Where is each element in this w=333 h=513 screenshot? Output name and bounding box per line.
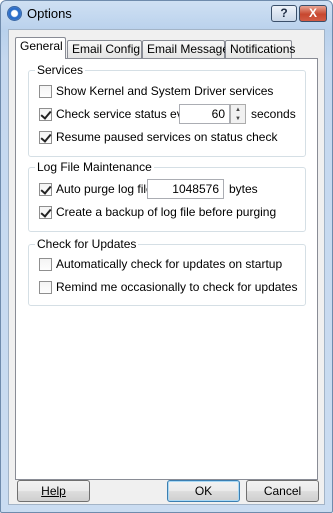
tab-notifications[interactable]: Notifications — [225, 40, 295, 58]
check-interval-input[interactable]: 60 — [179, 104, 230, 124]
remind-checkbox[interactable] — [39, 280, 52, 294]
spin-up-icon[interactable]: ▲ — [231, 105, 245, 114]
show-kernel-checkbox[interactable] — [39, 84, 52, 98]
spin-down-icon[interactable]: ▼ — [231, 114, 245, 123]
check-interval-spinner[interactable]: ▲ ▼ — [230, 104, 246, 124]
log-maintenance-group: Log File Maintenance Auto purge log file… — [28, 160, 306, 232]
check-status-label: Check service status every — [56, 107, 200, 121]
show-kernel-option[interactable]: Show Kernel and System Driver services — [39, 83, 273, 99]
backup-label: Create a backup of log file before purgi… — [56, 205, 277, 219]
help-button-label: Help — [41, 484, 66, 498]
close-button[interactable]: X — [299, 5, 327, 22]
remind-label: Remind me occasionally to check for upda… — [56, 280, 298, 294]
purge-size-input[interactable]: 1048576 — [147, 179, 224, 199]
tab-email-message[interactable]: Email Message — [142, 40, 229, 58]
dialog-client-area: General Email Config Email Message Notif… — [8, 29, 325, 505]
cancel-button[interactable]: Cancel — [246, 480, 319, 502]
resume-paused-label: Resume paused services on status check — [56, 130, 278, 144]
help-button[interactable]: Help — [17, 480, 90, 502]
services-group: Services Show Kernel and System Driver s… — [28, 63, 306, 157]
auto-check-label: Automatically check for updates on start… — [56, 257, 283, 271]
general-tab-panel: Services Show Kernel and System Driver s… — [15, 58, 318, 480]
auto-check-checkbox[interactable] — [39, 257, 52, 271]
show-kernel-label: Show Kernel and System Driver services — [56, 84, 274, 98]
resume-paused-option[interactable]: Resume paused services on status check — [39, 129, 277, 145]
tab-email-config[interactable]: Email Config — [67, 40, 142, 58]
help-title-button[interactable]: ? — [271, 5, 297, 22]
resume-paused-checkbox[interactable] — [39, 130, 52, 144]
backup-checkbox[interactable] — [39, 205, 52, 219]
ok-button-label: OK — [194, 484, 213, 498]
backup-option[interactable]: Create a backup of log file before purgi… — [39, 204, 276, 220]
auto-purge-checkbox[interactable] — [39, 182, 52, 196]
options-window: Options ? X General Email Config Email M… — [0, 0, 333, 513]
updates-group: Check for Updates Automatically check fo… — [28, 237, 306, 306]
seconds-label: seconds — [251, 107, 296, 121]
cancel-button-label: Cancel — [263, 484, 302, 498]
log-group-title: Log File Maintenance — [35, 160, 154, 174]
remind-option[interactable]: Remind me occasionally to check for upda… — [39, 279, 297, 295]
tab-general[interactable]: General — [15, 37, 66, 59]
check-status-checkbox[interactable] — [39, 107, 52, 121]
services-group-title: Services — [35, 63, 86, 77]
check-status-option[interactable]: Check service status every — [39, 106, 199, 122]
bytes-label: bytes — [229, 182, 258, 196]
auto-check-option[interactable]: Automatically check for updates on start… — [39, 256, 282, 272]
ok-button[interactable]: OK — [167, 480, 240, 502]
updates-group-title: Check for Updates — [35, 237, 139, 251]
options-gear-icon — [7, 6, 22, 21]
title-bar[interactable]: Options ? X — [1, 1, 332, 29]
window-title: Options — [27, 6, 72, 21]
